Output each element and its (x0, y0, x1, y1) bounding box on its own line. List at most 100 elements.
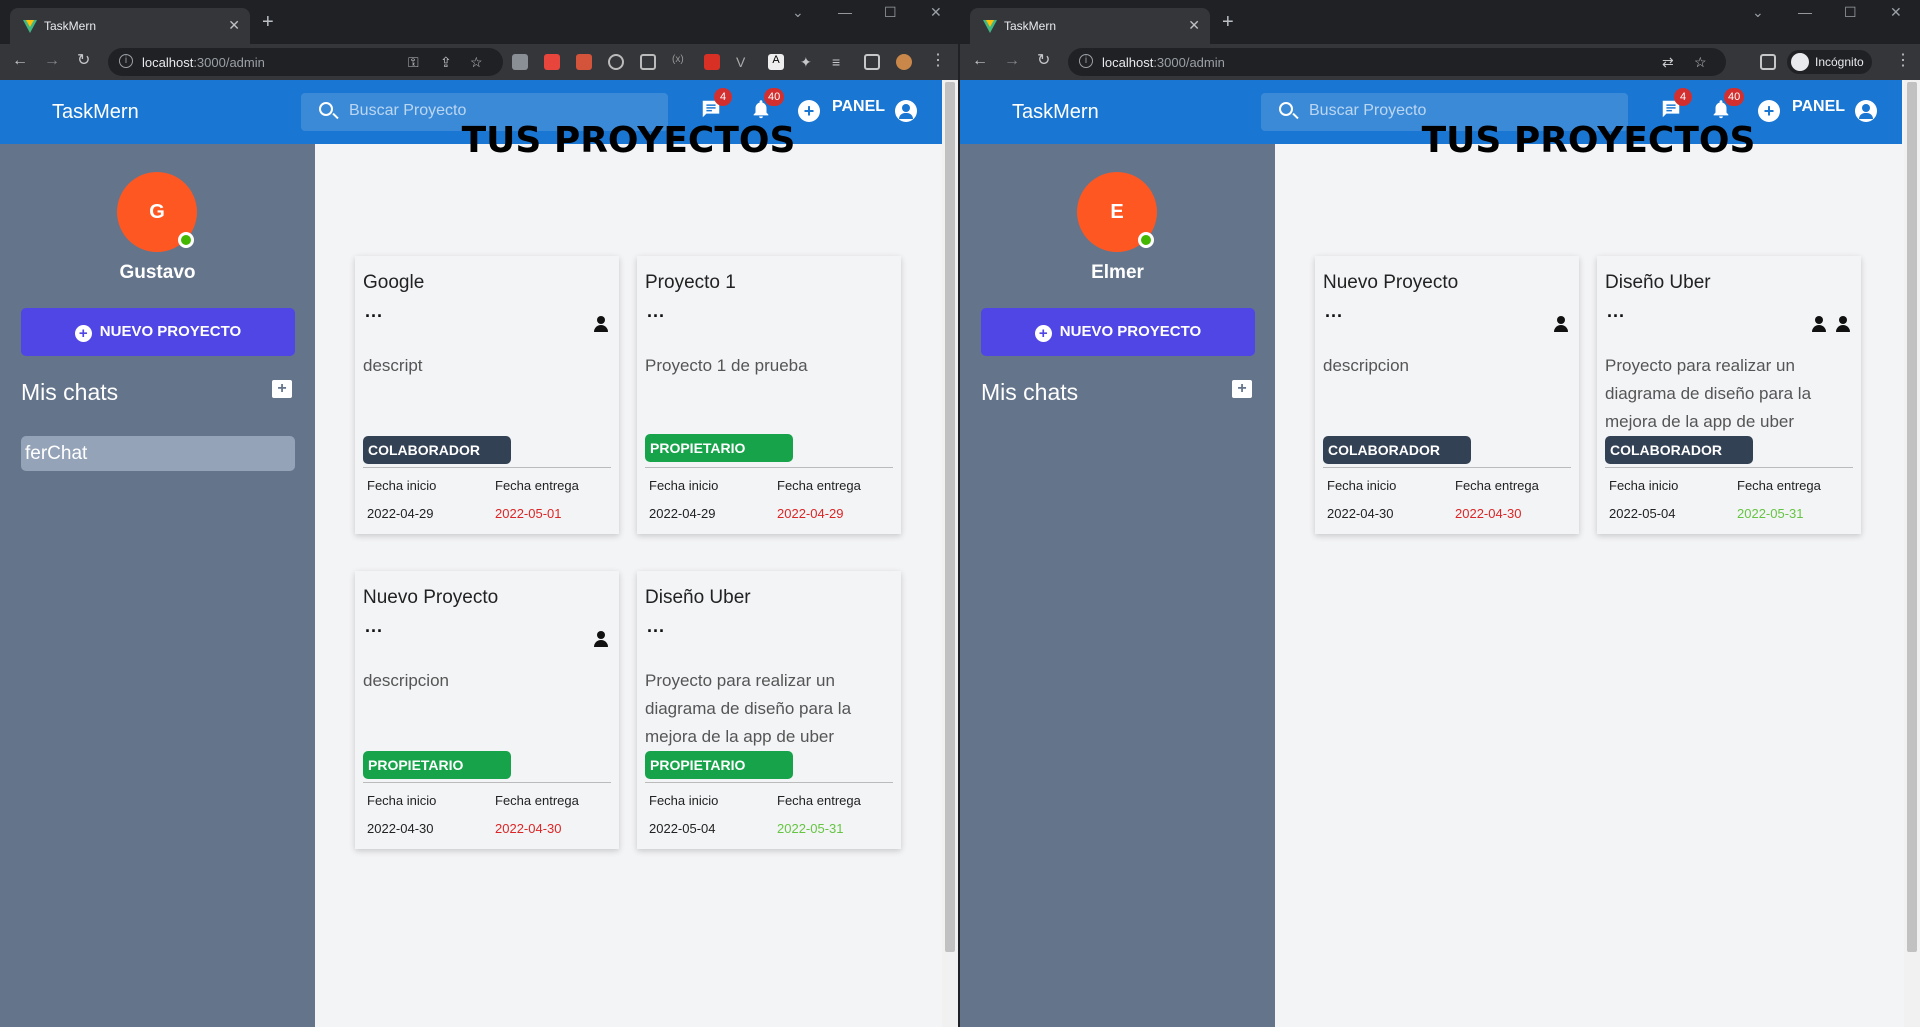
chat-item[interactable]: ferChat (21, 436, 295, 471)
maximize-button[interactable]: ☐ (884, 4, 897, 21)
page-scrollbar[interactable] (942, 80, 958, 1027)
account-circle-icon[interactable] (1855, 100, 1877, 122)
brand-title[interactable]: TaskMern (52, 101, 139, 124)
bookmark-star-icon[interactable]: ☆ (1694, 54, 1707, 71)
more-options-icon[interactable]: ... (647, 302, 665, 320)
translate-icon[interactable]: ⇄ (1662, 54, 1674, 71)
extension-icon[interactable]: V (736, 54, 752, 70)
close-tab-icon[interactable]: ✕ (228, 17, 240, 34)
role-badge: COLABORADOR (363, 436, 511, 464)
project-card[interactable]: Nuevo Proyecto ... descripcion COLABORAD… (1315, 256, 1579, 534)
add-chat-icon[interactable]: + (1232, 380, 1252, 398)
scrollbar-thumb[interactable] (1907, 82, 1917, 952)
add-circle-icon[interactable]: + (798, 100, 820, 122)
key-icon[interactable]: ⚿ (408, 54, 419, 71)
back-icon[interactable]: ← (972, 52, 988, 70)
forward-icon[interactable]: → (1004, 52, 1020, 70)
site-info-icon[interactable]: i (1079, 54, 1093, 68)
minimize-button[interactable]: — (838, 4, 852, 20)
profile-avatar-icon[interactable] (896, 54, 912, 70)
add-circle-icon[interactable]: + (1758, 100, 1780, 122)
panel-button[interactable]: PANEL (1792, 98, 1845, 116)
more-options-icon[interactable]: ... (647, 617, 665, 635)
due-date-label: Fecha entrega (495, 793, 579, 808)
share-icon[interactable]: ⇪ (440, 54, 452, 71)
browser-tab[interactable]: TaskMern ✕ (10, 8, 250, 44)
new-project-button[interactable]: + NUEVO PROYECTO (21, 308, 295, 356)
maximize-button[interactable]: ☐ (1844, 4, 1857, 21)
bookmark-star-icon[interactable]: ☆ (470, 54, 483, 71)
minimize-button[interactable]: — (1798, 4, 1812, 20)
extension-icon[interactable] (640, 54, 656, 70)
page-scrollbar[interactable] (1904, 80, 1920, 1027)
start-date: 2022-04-30 (1327, 506, 1394, 521)
address-bar[interactable]: i localhost:3000/admin ⚿ ⇪ ☆ (108, 48, 503, 76)
account-circle-icon[interactable] (895, 100, 917, 122)
incognito-label: Incógnito (1815, 55, 1864, 69)
role-badge: COLABORADOR (1323, 436, 1471, 464)
user-name: Elmer (1091, 262, 1144, 283)
person-icon (1835, 316, 1851, 332)
search-icon (319, 102, 333, 116)
more-options-icon[interactable]: ... (1325, 302, 1343, 320)
extension-icon[interactable]: (x) (672, 54, 688, 70)
extension-icon[interactable] (512, 54, 528, 70)
start-date-label: Fecha inicio (367, 793, 437, 808)
tab-search-icon[interactable]: ⌄ (792, 4, 804, 21)
brand-title[interactable]: TaskMern (1012, 101, 1099, 124)
start-date-label: Fecha inicio (1609, 478, 1679, 493)
more-options-icon[interactable]: ... (365, 617, 383, 635)
site-info-icon[interactable]: i (119, 54, 133, 68)
project-card[interactable]: Nuevo Proyecto ... descripcion PROPIETAR… (355, 571, 619, 849)
more-options-icon[interactable]: ... (1607, 302, 1625, 320)
search-input[interactable] (1309, 102, 1609, 120)
more-options-icon[interactable]: ... (365, 302, 383, 320)
role-badge: PROPIETARIO (645, 434, 793, 462)
divider (1605, 467, 1853, 468)
extension-icon[interactable] (608, 54, 624, 70)
incognito-indicator[interactable]: Incógnito (1787, 50, 1872, 74)
extension-icon[interactable] (576, 54, 592, 70)
user-name: Gustavo (119, 262, 196, 283)
add-circle-icon: + (74, 325, 92, 342)
side-panel-icon[interactable] (1760, 54, 1776, 70)
reload-icon[interactable]: ↻ (1037, 52, 1050, 70)
back-icon[interactable]: ← (12, 52, 28, 70)
project-members (585, 316, 609, 337)
extensions-puzzle-icon[interactable]: ✦ (800, 54, 816, 70)
browser-tab[interactable]: TaskMern ✕ (970, 8, 1210, 44)
close-window-button[interactable]: ✕ (1890, 4, 1902, 21)
close-window-button[interactable]: ✕ (930, 4, 942, 21)
person-icon (1811, 316, 1827, 332)
due-date-label: Fecha entrega (1737, 478, 1821, 493)
tab-title: TaskMern (1004, 19, 1057, 33)
forward-icon[interactable]: → (44, 52, 60, 70)
media-icon[interactable]: ≡ (832, 54, 848, 70)
browser-menu-icon[interactable]: ⋮ (930, 52, 946, 70)
new-tab-button[interactable]: + (262, 12, 274, 32)
add-chat-icon[interactable]: + (272, 380, 292, 398)
side-panel-icon[interactable] (864, 54, 880, 70)
project-card[interactable]: Diseño Uber ... Proyecto para realizar u… (1597, 256, 1861, 534)
new-tab-button[interactable]: + (1222, 12, 1234, 32)
search-input[interactable] (349, 102, 649, 120)
browser-menu-icon[interactable]: ⋮ (1895, 52, 1911, 70)
due-date: 2022-04-30 (1455, 506, 1522, 521)
new-project-button[interactable]: + NUEVO PROYECTO (981, 308, 1255, 356)
project-card[interactable]: Diseño Uber ... Proyecto para realizar u… (637, 571, 901, 849)
project-card[interactable]: Google ... descript COLABORADOR Fecha in… (355, 256, 619, 534)
notifications-badge: 40 (764, 88, 785, 106)
extension-icon[interactable] (544, 54, 560, 70)
extension-icon[interactable] (704, 54, 720, 70)
scrollbar-thumb[interactable] (945, 82, 955, 952)
divider (363, 782, 611, 783)
reload-icon[interactable]: ↻ (77, 52, 90, 70)
panel-button[interactable]: PANEL (832, 98, 885, 116)
page-title: TUS PROYECTOS (1421, 120, 1756, 161)
tab-search-icon[interactable]: ⌄ (1752, 4, 1764, 21)
close-tab-icon[interactable]: ✕ (1188, 17, 1200, 34)
project-card[interactable]: Proyecto 1 ... Proyecto 1 de prueba PROP… (637, 256, 901, 534)
extension-icon[interactable]: A (768, 54, 784, 70)
due-date-label: Fecha entrega (777, 793, 861, 808)
address-bar[interactable]: i localhost:3000/admin ⇄ ☆ (1068, 48, 1726, 76)
